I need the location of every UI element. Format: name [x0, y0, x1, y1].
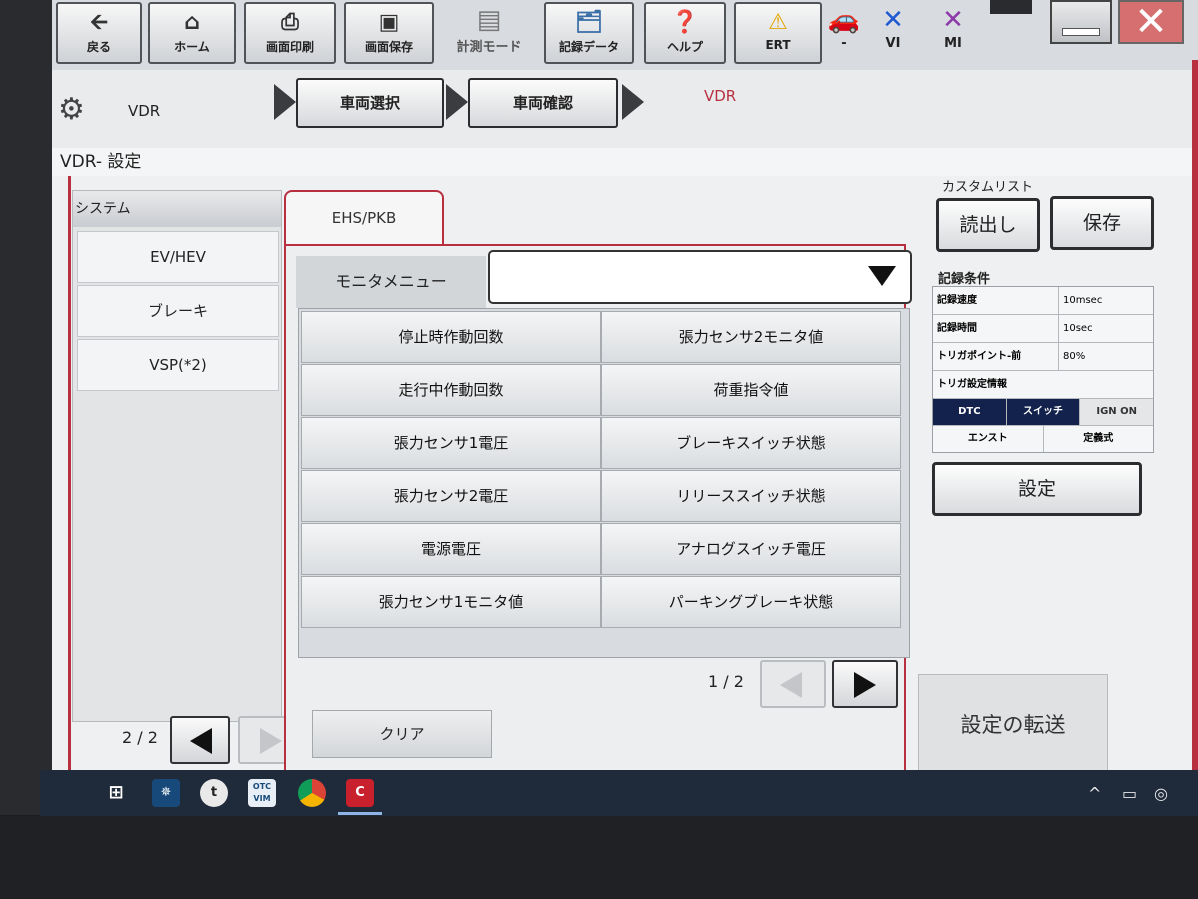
- trigger-info-label: トリガ設定情報: [933, 371, 1153, 399]
- windows-taskbar: ⊞ ✵ t OTC VIM C ^ ▭ ◎: [40, 770, 1198, 816]
- vdr-icon: ⚙: [58, 92, 85, 127]
- dropdown-caret-icon: [868, 266, 896, 286]
- minimize-icon: [1062, 28, 1100, 36]
- back-button[interactable]: 🡨 戻る: [56, 2, 142, 64]
- grid-item[interactable]: ブレーキスイッチ状態: [601, 417, 901, 469]
- breadcrumb-current: VDR: [704, 87, 737, 105]
- tray-overflow-icon[interactable]: ^: [1088, 784, 1101, 803]
- grid-item[interactable]: 張力センサ1モニタ値: [301, 576, 601, 628]
- monitor-menu-select[interactable]: [488, 250, 912, 304]
- grid-item[interactable]: 停止時作動回数: [301, 311, 601, 363]
- help-icon: ❓: [671, 10, 699, 35]
- set-button[interactable]: 設定: [932, 462, 1142, 516]
- condition-row: 記録速度 10msec: [933, 287, 1153, 315]
- system-item-vsp[interactable]: VSP(*2): [77, 339, 279, 391]
- toolbar: 🡨 戻る ⌂ ホーム ⎙ 画面印刷 ▣ 画面保存 ▤ 計測モード 🗂 記録データ…: [52, 0, 1198, 71]
- measure-mode-button[interactable]: ▤ 計測モード: [444, 2, 534, 64]
- read-button[interactable]: 読出し: [936, 198, 1040, 252]
- meter-icon: ▤: [476, 5, 502, 35]
- app-window: 🡨 戻る ⌂ ホーム ⎙ 画面印刷 ▣ 画面保存 ▤ 計測モード 🗂 記録データ…: [52, 0, 1198, 815]
- frame-edge-right: [1192, 60, 1198, 780]
- condition-row: トリガポイント-前 80%: [933, 343, 1153, 371]
- record-data-button[interactable]: 🗂 記録データ: [544, 2, 634, 64]
- page-title: VDR- 設定: [52, 148, 1198, 176]
- system-list: システム EV/HEV ブレーキ VSP(*2): [72, 190, 282, 722]
- right-arrow-icon: [854, 672, 876, 698]
- close-icon: ✕: [1134, 0, 1168, 45]
- grid-item[interactable]: アナログスイッチ電圧: [601, 523, 901, 575]
- breadcrumb-arrow-icon: [446, 84, 468, 120]
- breadcrumb-arrow-icon: [274, 84, 296, 120]
- breadcrumb: ⚙ VDR 車両選択 車両確認 VDR: [52, 70, 1198, 149]
- record-conditions-table: 記録速度 10msec 記録時間 10sec トリガポイント-前 80% トリガ…: [932, 286, 1154, 453]
- trigger-ign-on: IGN ON: [1080, 399, 1154, 425]
- monitor-menu-label: モニタメニュー: [296, 256, 486, 308]
- trigger-row: DTC スイッチ IGN ON: [933, 399, 1154, 426]
- home-button[interactable]: ⌂ ホーム: [148, 2, 236, 64]
- breadcrumb-arrow-icon: [622, 84, 644, 120]
- home-icon: ⌂: [184, 10, 200, 35]
- otc-vim-icon[interactable]: OTC VIM: [248, 779, 276, 807]
- breadcrumb-root: VDR: [128, 102, 161, 120]
- windows-start-icon[interactable]: ⊞: [102, 779, 130, 807]
- system-prev-button[interactable]: [170, 716, 230, 764]
- left-arrow-icon: [190, 728, 212, 754]
- grid-item[interactable]: リリーススイッチ状態: [601, 470, 901, 522]
- print-screen-button[interactable]: ⎙ 画面印刷: [244, 2, 336, 64]
- mi-button[interactable]: ✕ MI: [918, 2, 988, 64]
- grid-item[interactable]: 張力センサ2モニタ値: [601, 311, 901, 363]
- grid-item[interactable]: パーキングブレーキ状態: [601, 576, 901, 628]
- mi-cross-icon: ✕: [942, 5, 964, 35]
- battery-icon: ▭: [1122, 784, 1138, 803]
- item-grid: 停止時作動回数 張力センサ2モニタ値 走行中作動回数 荷重指令値 張力センサ1電…: [298, 308, 910, 658]
- grid-item[interactable]: 張力センサ2電圧: [301, 470, 601, 522]
- consult-app-icon[interactable]: C: [346, 779, 374, 807]
- save-screen-button[interactable]: ▣ 画面保存: [344, 2, 434, 64]
- condition-row: 記録時間 10sec: [933, 315, 1153, 343]
- system-item-ev-hev[interactable]: EV/HEV: [77, 231, 279, 283]
- transfer-settings-button[interactable]: 設定の転送: [918, 674, 1108, 776]
- grid-item[interactable]: 荷重指令値: [601, 364, 901, 416]
- record-conditions-label: 記録条件: [938, 272, 991, 287]
- system-item-brake[interactable]: ブレーキ: [77, 285, 279, 337]
- left-arrow-icon: [780, 672, 802, 698]
- network-globe-icon: ◎: [1154, 784, 1168, 803]
- grid-item[interactable]: 電源電圧: [301, 523, 601, 575]
- clear-button[interactable]: クリア: [312, 710, 492, 758]
- save-button[interactable]: 保存: [1050, 196, 1154, 250]
- back-arrow-icon: 🡨: [90, 10, 108, 35]
- grid-item[interactable]: 張力センサ1電圧: [301, 417, 601, 469]
- breadcrumb-vehicle-confirm[interactable]: 車両確認: [468, 78, 618, 128]
- monitor-bezel-bottom: [0, 816, 1198, 899]
- device-icon: [990, 0, 1032, 14]
- system-page-indicator: 2 / 2: [122, 728, 158, 747]
- folders-icon: 🗂: [575, 10, 603, 35]
- grid-page-indicator: 1 / 2: [708, 672, 744, 691]
- active-app-indicator: [338, 812, 382, 815]
- grid-item[interactable]: 走行中作動回数: [301, 364, 601, 416]
- system-list-header: システム: [73, 191, 281, 227]
- right-arrow-icon: [260, 728, 282, 754]
- help-button[interactable]: ❓ ヘルプ: [644, 2, 726, 64]
- close-button[interactable]: ✕: [1118, 0, 1184, 44]
- t-app-icon[interactable]: t: [200, 779, 228, 807]
- grid-next-button[interactable]: [832, 660, 898, 708]
- grid-prev-button[interactable]: [760, 660, 826, 708]
- minimize-button[interactable]: [1050, 0, 1112, 44]
- tab-ehs-pkb[interactable]: EHS/PKB: [284, 190, 444, 246]
- trigger-dtc: DTC: [933, 399, 1007, 425]
- printer-icon: ⎙: [281, 10, 299, 35]
- chrome-icon[interactable]: [298, 779, 326, 807]
- camera-icon: ▣: [378, 10, 400, 35]
- trigger-formula: 定義式: [1083, 433, 1114, 444]
- trigger-switch: スイッチ: [1006, 399, 1081, 425]
- monitor-bezel-left: [0, 0, 52, 815]
- trigger-engine-stall: エンスト: [933, 426, 1044, 452]
- trigger-row: エンスト 定義式: [933, 426, 1153, 452]
- app-icon[interactable]: ✵: [152, 779, 180, 807]
- custom-list-label: カスタムリスト: [942, 180, 1034, 195]
- breadcrumb-vehicle-select[interactable]: 車両選択: [296, 78, 444, 128]
